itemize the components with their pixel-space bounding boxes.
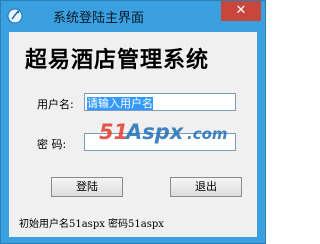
close-button[interactable]: ✕ — [221, 1, 261, 21]
close-icon: ✕ — [235, 3, 247, 18]
window-title: 系统登陆主界面 — [53, 11, 145, 26]
password-label: 密 码: — [37, 138, 67, 151]
app-icon — [7, 8, 23, 24]
exit-button[interactable]: 退出 — [170, 177, 242, 197]
title-bar[interactable]: 系统登陆主界面 ✕ — [1, 1, 265, 32]
svg-text:51: 51 — [99, 120, 128, 144]
page-title: 超易酒店管理系统 — [25, 48, 210, 73]
login-window: 系统登陆主界面 ✕ 超易酒店管理系统 用户名: 请输入用户名 密 码: 51 A… — [0, 0, 266, 244]
username-label: 用户名: — [37, 98, 74, 111]
username-value: 请输入用户名 — [87, 97, 153, 110]
client-area: 超易酒店管理系统 用户名: 请输入用户名 密 码: 51 Aspx .com 登… — [9, 32, 257, 237]
username-field[interactable]: 请输入用户名 — [84, 93, 236, 111]
svg-text:Aspx: Aspx — [124, 120, 185, 144]
login-hint: 初始用户名51aspx 密码51aspx — [19, 219, 164, 230]
watermark-logo: 51 Aspx .com — [99, 118, 239, 144]
login-button[interactable]: 登陆 — [51, 177, 123, 197]
svg-text:.com: .com — [187, 125, 228, 143]
